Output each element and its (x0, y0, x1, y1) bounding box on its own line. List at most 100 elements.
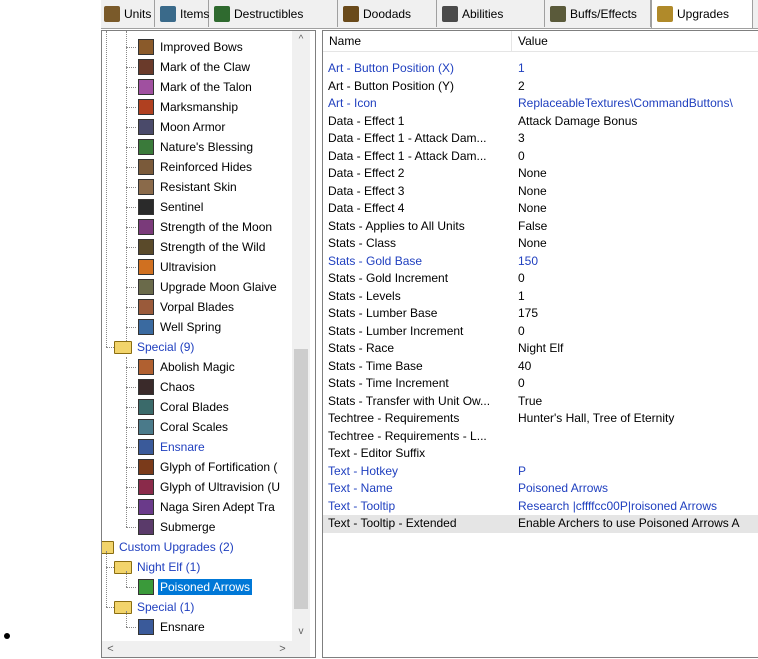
property-row[interactable]: Art - Button Position (X) 1 (323, 60, 758, 78)
property-value[interactable]: ReplaceableTextures\CommandButtons\ (518, 95, 758, 113)
property-row[interactable]: Stats - Levels 1 (323, 288, 758, 306)
property-value[interactable]: 175 (518, 305, 758, 323)
property-value[interactable]: Poisoned Arrows (518, 480, 758, 498)
tree-item[interactable]: Sentinel (138, 197, 205, 217)
property-name: Stats - Transfer with Unit Ow... (328, 393, 491, 408)
property-value[interactable]: Night Elf (518, 340, 758, 358)
tree-item[interactable]: Submerge (138, 517, 217, 537)
properties-pane[interactable]: Name Value Art - Button Position (X) 1 Art… (322, 30, 758, 658)
property-row[interactable]: Text - Tooltip Research |cffffcc00P|roiso… (323, 498, 758, 516)
property-value[interactable]: Hunter's Hall, Tree of Eternity (518, 410, 758, 428)
property-row[interactable]: Text - Name Poisoned Arrows (323, 480, 758, 498)
property-row[interactable]: Text - Tooltip - Extended Enable Archers … (323, 515, 758, 533)
tree-item[interactable]: Ensnare (138, 437, 207, 457)
property-row[interactable]: Stats - Transfer with Unit Ow... True (323, 393, 758, 411)
property-row[interactable]: Data - Effect 3 None (323, 183, 758, 201)
property-row[interactable]: Data - Effect 1 Attack Damage Bonus (323, 113, 758, 131)
property-value[interactable]: None (518, 235, 758, 253)
property-row[interactable]: Stats - Gold Increment 0 (323, 270, 758, 288)
property-value[interactable]: P (518, 463, 758, 481)
tree-folder[interactable]: Night Elf (1) (114, 557, 202, 577)
property-row[interactable]: Stats - Lumber Base 175 (323, 305, 758, 323)
property-row[interactable]: Art - Button Position (Y) 2 (323, 78, 758, 96)
tree-item[interactable]: Mark of the Talon (138, 77, 254, 97)
column-header-value[interactable]: Value (512, 31, 758, 51)
property-row[interactable]: Stats - Applies to All Units False (323, 218, 758, 236)
tree-folder[interactable]: Custom Upgrades (2) (102, 537, 236, 557)
property-row[interactable]: Data - Effect 2 None (323, 165, 758, 183)
tree-vertical-scrollbar[interactable]: ^ v (292, 31, 310, 641)
tab-upgrades[interactable]: Upgrades (651, 0, 753, 28)
column-header-name[interactable]: Name (323, 31, 511, 51)
tree-item[interactable]: Vorpal Blades (138, 297, 236, 317)
scroll-right-arrow-icon[interactable]: > (274, 641, 291, 657)
tree-item[interactable]: Improved Bows (138, 37, 245, 57)
property-row[interactable]: Techtree - Requirements Hunter's Hall, Tr… (323, 410, 758, 428)
tree-item[interactable]: Ensnare (138, 617, 207, 637)
property-value[interactable]: 0 (518, 270, 758, 288)
property-row[interactable]: Techtree - Requirements - L... (323, 428, 758, 446)
property-row[interactable]: Stats - Time Increment 0 (323, 375, 758, 393)
property-row[interactable]: Stats - Race Night Elf (323, 340, 758, 358)
property-value[interactable]: None (518, 183, 758, 201)
tab-doodads[interactable]: Doodads (338, 0, 437, 27)
property-value[interactable]: 150 (518, 253, 758, 271)
property-value[interactable]: 40 (518, 358, 758, 376)
property-value[interactable]: 0 (518, 375, 758, 393)
property-value[interactable]: Enable Archers to use Poisoned Arrows A (518, 515, 758, 533)
tree-item[interactable]: Abolish Magic (138, 357, 237, 377)
property-row[interactable]: Stats - Class None (323, 235, 758, 253)
tree-item[interactable]: Poisoned Arrows (138, 577, 254, 597)
tree-item[interactable]: Mark of the Claw (138, 57, 252, 77)
tree-item[interactable]: Chaos (138, 377, 197, 397)
tree-item[interactable]: Coral Scales (138, 417, 230, 437)
property-value[interactable]: None (518, 200, 758, 218)
tree-item[interactable]: Strength of the Moon (138, 217, 274, 237)
object-tree-pane[interactable]: ^ v < > Improved Bows Mark of the Claw Mar… (101, 30, 316, 658)
scroll-thumb[interactable] (294, 349, 308, 609)
tree-item[interactable]: Ultravision (138, 257, 218, 277)
tab-destructibles[interactable]: Destructibles (209, 0, 338, 27)
property-value[interactable]: 0 (518, 148, 758, 166)
property-value[interactable]: 0 (518, 323, 758, 341)
tree-item[interactable]: Marksmanship (138, 97, 240, 117)
property-row[interactable]: Stats - Gold Base 150 (323, 253, 758, 271)
property-value[interactable]: None (518, 165, 758, 183)
property-row[interactable]: Data - Effect 1 - Attack Dam... 0 (323, 148, 758, 166)
tab-items[interactable]: Items (155, 0, 209, 27)
property-value[interactable]: 1 (518, 288, 758, 306)
property-row[interactable]: Text - Hotkey P (323, 463, 758, 481)
tree-item[interactable]: Strength of the Wild (138, 237, 267, 257)
property-value[interactable]: 2 (518, 78, 758, 96)
property-value[interactable]: True (518, 393, 758, 411)
tree-item[interactable]: Naga Siren Adept Tra (138, 497, 277, 517)
property-value[interactable]: Attack Damage Bonus (518, 113, 758, 131)
tree-item[interactable]: Nature's Blessing (138, 137, 255, 157)
tree-folder[interactable]: Special (9) (114, 337, 196, 357)
property-row[interactable]: Stats - Time Base 40 (323, 358, 758, 376)
scroll-up-arrow-icon[interactable]: ^ (292, 31, 310, 48)
tree-item[interactable]: Well Spring (138, 317, 223, 337)
property-row[interactable]: Data - Effect 4 None (323, 200, 758, 218)
property-row[interactable]: Text - Editor Suffix (323, 445, 758, 463)
tree-item[interactable]: Coral Blades (138, 397, 231, 417)
tree-item[interactable]: Upgrade Moon Glaive (138, 277, 279, 297)
property-value[interactable]: False (518, 218, 758, 236)
tree-item[interactable]: Glyph of Fortification ( (138, 457, 279, 477)
tree-item[interactable]: Reinforced Hides (138, 157, 254, 177)
tree-item[interactable]: Moon Armor (138, 117, 227, 137)
tree-item[interactable]: Glyph of Ultravision (U (138, 477, 282, 497)
tab-buffs-effects[interactable]: Buffs/Effects (545, 0, 651, 27)
property-value[interactable]: 1 (518, 60, 758, 78)
property-row[interactable]: Stats - Lumber Increment 0 (323, 323, 758, 341)
property-value[interactable]: 3 (518, 130, 758, 148)
property-value[interactable]: Research |cffffcc00P|roisoned Arrows (518, 498, 758, 516)
tab-units[interactable]: Units (101, 0, 155, 27)
scroll-down-arrow-icon[interactable]: v (292, 623, 310, 640)
tab-abilities[interactable]: Abilities (437, 0, 545, 27)
scroll-left-arrow-icon[interactable]: < (102, 641, 119, 657)
tree-item[interactable]: Resistant Skin (138, 177, 239, 197)
property-row[interactable]: Art - Icon ReplaceableTextures\CommandBut… (323, 95, 758, 113)
property-row[interactable]: Data - Effect 1 - Attack Dam... 3 (323, 130, 758, 148)
tree-horizontal-scrollbar[interactable]: < > (102, 641, 310, 657)
